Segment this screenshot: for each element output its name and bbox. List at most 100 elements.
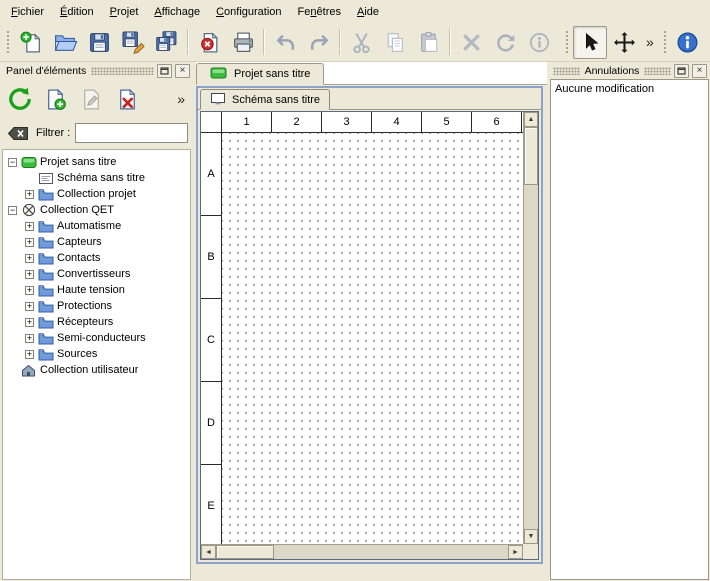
project-tab[interactable]: Projet sans titre — [196, 63, 324, 85]
delete-icon — [459, 30, 484, 55]
undo-panel-dock: Annulations × Aucune modification — [549, 62, 710, 581]
filter-input[interactable] — [75, 123, 188, 143]
scroll-up-button[interactable]: ▲ — [524, 112, 538, 127]
schema-canvas[interactable] — [222, 133, 523, 544]
undo-panel-titlebar[interactable]: Annulations × — [549, 62, 710, 79]
edit-element-button[interactable] — [76, 84, 107, 115]
toolbar-overflow-button[interactable]: » — [641, 34, 659, 50]
schema-tab[interactable]: Schéma sans titre — [200, 89, 330, 110]
close-panel-button[interactable]: × — [175, 64, 190, 78]
tree-item-protections[interactable]: +Protections — [3, 298, 190, 314]
print-button[interactable] — [226, 26, 260, 59]
clear-filter-button[interactable] — [5, 123, 31, 143]
vertical-scrollbar[interactable]: ▲ ▼ — [523, 112, 538, 544]
open-project-button[interactable] — [48, 26, 82, 59]
tree-item-collection-qet[interactable]: −Collection QET — [3, 202, 190, 218]
tree-item-convertisseurs[interactable]: +Convertisseurs — [3, 266, 190, 282]
schema-icon — [37, 171, 54, 185]
delete-button[interactable] — [454, 26, 488, 59]
menu-fenetres[interactable]: Fenêtres — [290, 2, 349, 22]
horizontal-scrollbar[interactable]: ◄ ► — [201, 544, 523, 559]
tree-item-automatisme[interactable]: + Automatisme — [3, 218, 190, 234]
tree-expander-icon[interactable]: + — [25, 334, 34, 343]
scroll-down-button[interactable]: ▼ — [524, 529, 538, 544]
scroll-left-button[interactable]: ◄ — [201, 545, 216, 559]
new-document-button[interactable] — [14, 26, 48, 59]
tree-item-projet-sans-titre[interactable]: −Projet sans titre — [3, 154, 190, 170]
new-element-button[interactable] — [40, 84, 71, 115]
scroll-right-button[interactable]: ► — [508, 545, 523, 559]
rotate-button[interactable] — [488, 26, 522, 59]
tree-expander-icon[interactable]: + — [25, 302, 34, 311]
menu-fichier[interactable]: Fichier — [3, 2, 52, 22]
tree-expander-icon[interactable]: + — [25, 222, 34, 231]
tree-expander-icon[interactable]: + — [25, 190, 34, 199]
tree-item-label: Sources — [57, 348, 97, 360]
toolbar-drag-handle[interactable] — [662, 29, 668, 55]
tree-item-label: Automatisme — [57, 220, 121, 232]
delete-element-button[interactable] — [112, 84, 143, 115]
reload-collections-button[interactable] — [4, 84, 35, 115]
save-all-button[interactable] — [150, 26, 184, 59]
column-ruler-cell: 5 — [422, 112, 472, 132]
toolbar-drag-handle[interactable] — [5, 29, 11, 55]
delete-element-icon — [115, 87, 140, 112]
tree-expander-icon[interactable]: + — [25, 238, 34, 247]
copy-button[interactable] — [378, 26, 412, 59]
schema-tab-label: Schéma sans titre — [232, 94, 320, 106]
tree-expander-icon[interactable]: + — [25, 286, 34, 295]
save-icon — [87, 30, 112, 55]
close-document-icon — [197, 30, 222, 55]
tree-item-semi-conducteurs[interactable]: +Semi-conducteurs — [3, 330, 190, 346]
menu-projet[interactable]: Projet — [102, 2, 147, 22]
diagram-info-button[interactable] — [522, 26, 556, 59]
vertical-scroll-thumb[interactable] — [524, 127, 538, 185]
tree-expander-icon[interactable]: + — [25, 270, 34, 279]
filter-bar: Filtrer : — [0, 119, 193, 147]
tree-item-capteurs[interactable]: +Capteurs — [3, 234, 190, 250]
about-qet-button[interactable] — [671, 26, 705, 59]
tree-item-contacts[interactable]: +Contacts — [3, 250, 190, 266]
cut-button[interactable] — [344, 26, 378, 59]
elements-panel-toolbar: » — [0, 79, 193, 119]
horizontal-scroll-track[interactable] — [216, 545, 508, 559]
tree-expander-icon[interactable]: + — [25, 350, 34, 359]
tree-item-recepteurs[interactable]: +Récepteurs — [3, 314, 190, 330]
select-mode-button[interactable] — [573, 26, 607, 59]
close-panel-button[interactable]: × — [692, 64, 707, 78]
undo-history-list[interactable]: Aucune modification — [550, 79, 709, 580]
horizontal-scroll-thumb[interactable] — [216, 545, 274, 559]
diagram-info-icon — [527, 30, 552, 55]
save-button[interactable] — [82, 26, 116, 59]
panel-toolbar-overflow-button[interactable]: » — [177, 91, 185, 107]
save-as-button[interactable] — [116, 26, 150, 59]
menu-aide[interactable]: Aide — [349, 2, 387, 22]
undo-button[interactable] — [268, 26, 302, 59]
tree-item-sources[interactable]: + Sources — [3, 346, 190, 362]
paste-button[interactable] — [412, 26, 446, 59]
elements-panel-titlebar[interactable]: Panel d'éléments × — [0, 62, 193, 79]
row-ruler-cell: C — [201, 299, 221, 382]
tree-item-collection-utilisateur[interactable]: Collection utilisateur — [3, 362, 190, 378]
close-document-button[interactable] — [192, 26, 226, 59]
move-mode-button[interactable] — [607, 26, 641, 59]
tree-item-schema-sans-titre[interactable]: Schéma sans titre — [3, 170, 190, 186]
redo-button[interactable] — [302, 26, 336, 59]
tree-expander-icon[interactable]: + — [25, 254, 34, 263]
float-panel-button[interactable] — [674, 64, 689, 78]
move-icon — [612, 30, 637, 55]
project-window: Schéma sans titre 123456 ABCDE ▲ ▼ — [196, 86, 543, 564]
menu-configuration[interactable]: Configuration — [208, 2, 289, 22]
tree-item-haute-tension[interactable]: +Haute tension — [3, 282, 190, 298]
tree-expander-icon[interactable]: − — [8, 158, 17, 167]
menu-edition[interactable]: Édition — [52, 2, 102, 22]
column-ruler: 123456 — [222, 112, 523, 133]
tree-expander-icon[interactable]: + — [25, 318, 34, 327]
tree-item-collection-projet[interactable]: +Collection projet — [3, 186, 190, 202]
float-panel-button[interactable] — [157, 64, 172, 78]
toolbar-drag-handle[interactable] — [564, 29, 570, 55]
tree-expander-icon[interactable]: − — [8, 206, 17, 215]
rotate-icon — [493, 30, 518, 55]
menu-affichage[interactable]: Affichage — [146, 2, 208, 22]
vertical-scroll-track[interactable] — [524, 127, 538, 529]
